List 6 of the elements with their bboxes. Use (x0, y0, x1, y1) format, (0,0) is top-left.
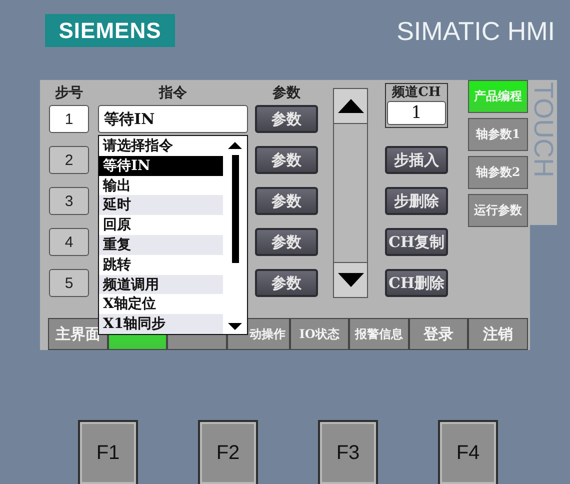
product-name: SIMATIC HMI (396, 16, 555, 47)
column-header: 步号 (55, 84, 83, 103)
column-header: 参数 (272, 84, 300, 103)
brand-logo: SIEMENS (45, 14, 175, 47)
column-header: 指令 (159, 84, 187, 103)
channel-label: 频道CH (392, 84, 441, 101)
